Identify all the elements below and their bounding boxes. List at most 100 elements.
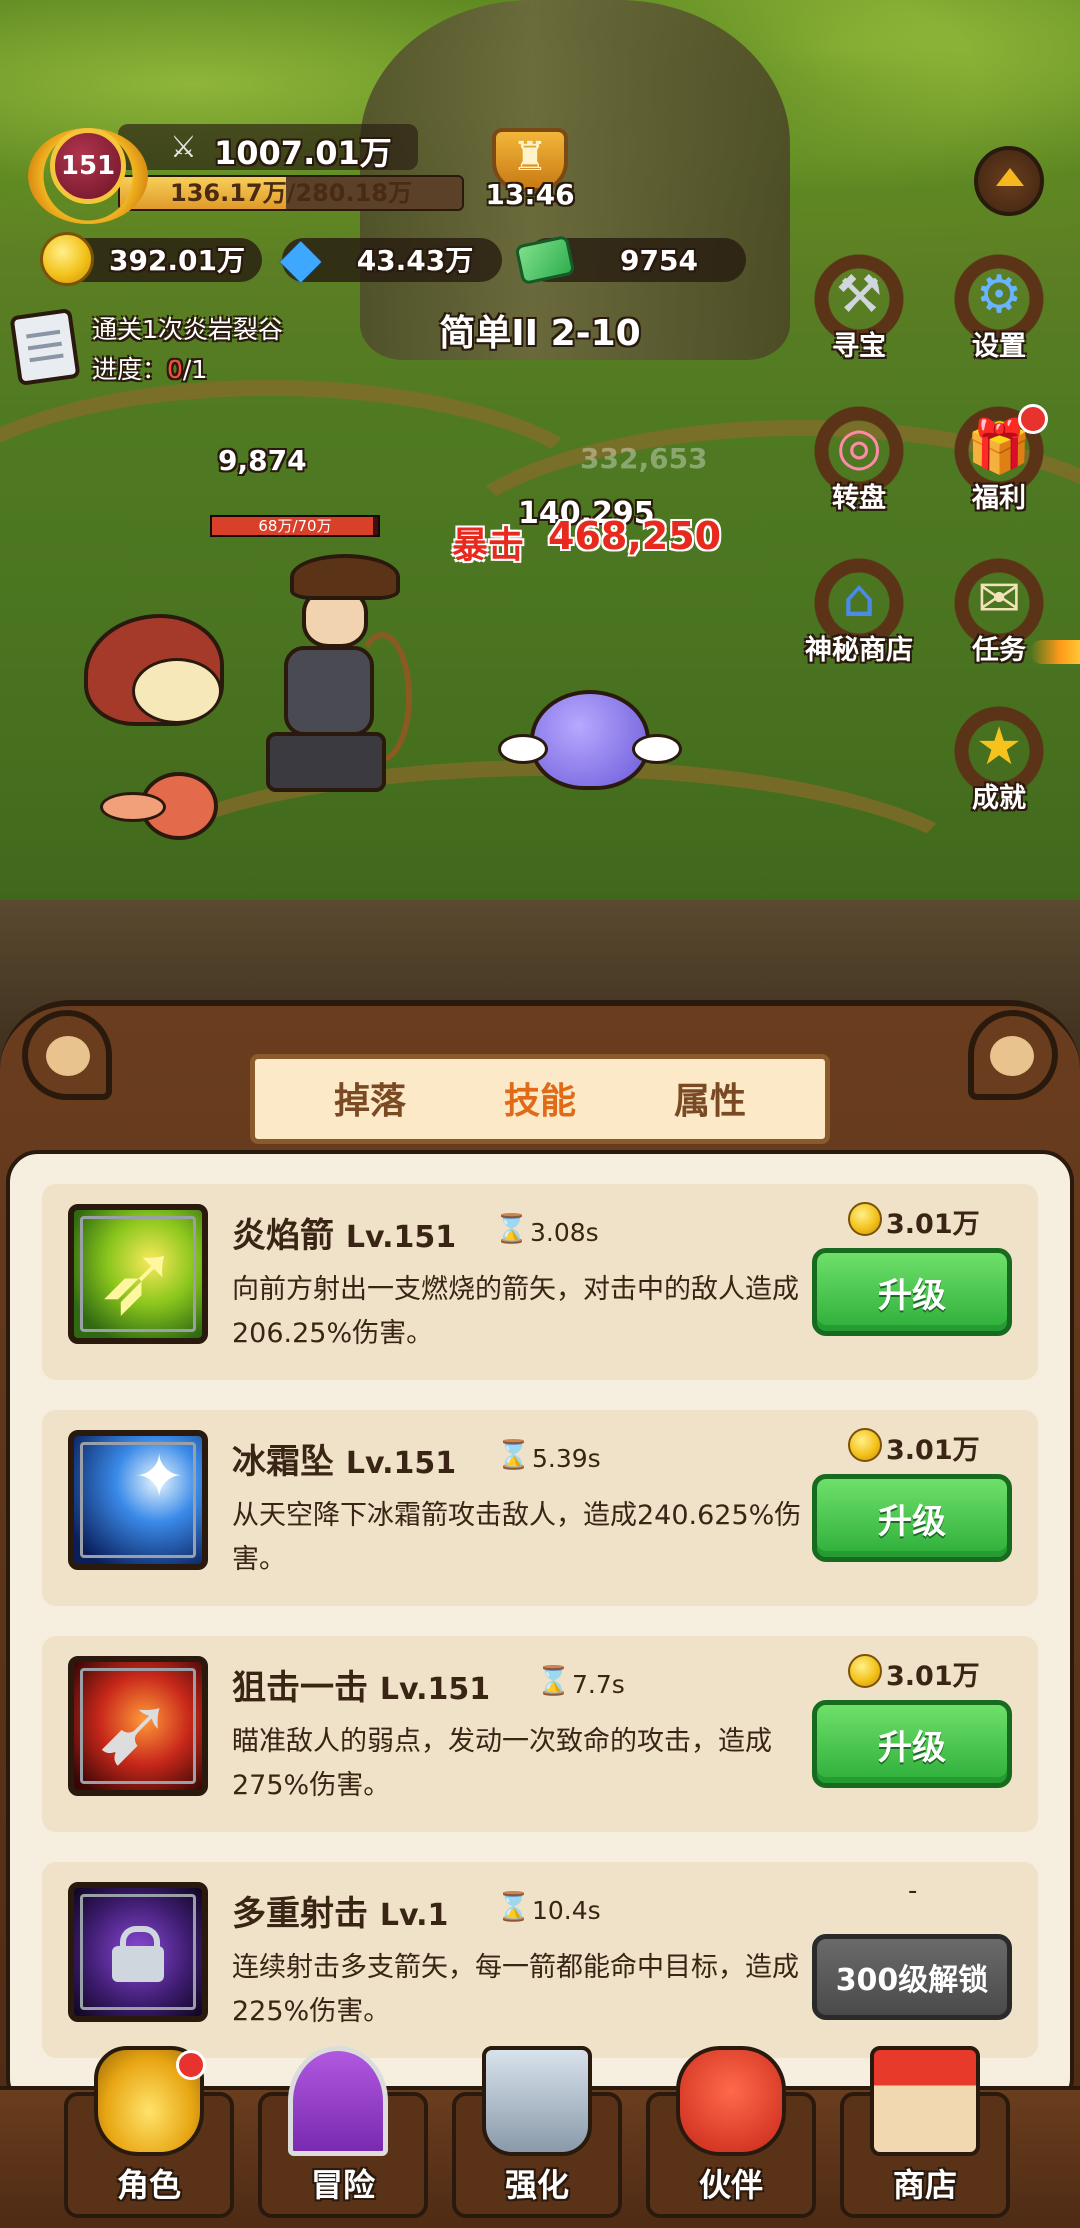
nav-label[interactable]: 商店	[840, 2160, 1010, 2206]
skill-level: Lv.151	[345, 1220, 457, 1255]
quest-progress-label: 进度：	[92, 355, 168, 384]
hero-hp-text: 68万/70万	[258, 517, 332, 535]
side-label: 福利	[972, 483, 1026, 514]
notification-dot	[1018, 404, 1048, 434]
side-welfare-button[interactable]: 🎁 福利	[944, 404, 1054, 524]
panel-ear-right	[968, 1010, 1058, 1100]
nav-label[interactable]: 伙伴	[646, 2160, 816, 2206]
tab-skills[interactable]: 技能	[460, 1072, 620, 1124]
hammer-icon: ⚒	[835, 265, 883, 325]
side-label: 转盘	[832, 483, 886, 514]
skill-name: 多重射击	[232, 1894, 368, 1934]
level-number: 151	[50, 128, 126, 204]
crossed-swords-icon: ⚔	[170, 130, 197, 165]
skill-description: 瞄准敌人的弱点，发动一次致命的攻击，造成275%伤害。	[232, 1726, 772, 1801]
upgrade-button[interactable]: 升级	[812, 1248, 1012, 1336]
tab-drops[interactable]: 掉落	[290, 1072, 450, 1124]
upgrade-cost: 3.01万	[886, 1435, 980, 1466]
skill-level: Lv.151	[345, 1446, 457, 1481]
crit-label: 暴击	[452, 525, 525, 566]
skill-cooldown: 5.39s	[532, 1444, 601, 1473]
hourglass-icon	[496, 1890, 531, 1926]
skill-card-frost-fall: 冰霜坠 Lv.151 5.39s 从天空降下冰霜箭攻击敌人，造成240.625%…	[42, 1410, 1038, 1606]
anvil-icon	[482, 2046, 592, 2156]
hourglass-icon	[496, 1438, 531, 1474]
upgrade-button[interactable]: 升级	[812, 1474, 1012, 1562]
snipe-arrow-icon	[68, 1656, 208, 1796]
combat-power: 1007.01万	[214, 134, 392, 172]
frost-arrow-icon	[68, 1430, 208, 1570]
skill-title: 炎焰箭 Lv.151	[232, 1208, 456, 1257]
wheel-icon: ◎	[836, 417, 882, 477]
hourglass-icon	[536, 1664, 571, 1700]
side-mystery-shop-button[interactable]: ⌂ 神秘商店	[804, 556, 914, 676]
tab-attributes[interactable]: 属性	[630, 1072, 790, 1124]
side-label: 寻宝	[832, 331, 886, 362]
side-settings-button[interactable]: ⚙ 设置	[944, 252, 1054, 372]
side-label: 任务	[972, 635, 1026, 666]
adventure-portal-icon	[288, 2046, 388, 2156]
skill-description: 向前方射出一支燃烧的箭矢，对击中的敌人造成206.25%伤害。	[232, 1274, 799, 1349]
side-label: 神秘商店	[805, 635, 913, 666]
crit-damage-number: 468,250	[548, 514, 722, 558]
star-icon: ★	[975, 717, 1023, 777]
unlock-requirement-button[interactable]: 300级解锁	[812, 1934, 1012, 2020]
ally-damage-number: 9,874	[218, 444, 307, 477]
skill-description: 连续射击多支箭矢，每一箭都能命中目标，造成225%伤害。	[232, 1952, 799, 2027]
faded-damage-number: 332,653	[580, 442, 708, 475]
skill-name: 炎焰箭	[232, 1216, 334, 1256]
side-treasure-hunt-button[interactable]: ⚒ 寻宝	[804, 252, 914, 372]
diamond-amount: 43.43万	[356, 244, 474, 277]
skill-name: 冰霜坠	[232, 1442, 334, 1482]
enemy-slime[interactable]	[498, 690, 682, 790]
side-tasks-button[interactable]: ✉ 任务	[944, 556, 1054, 676]
nav-label[interactable]: 角色	[64, 2160, 234, 2206]
lock-icon	[112, 1926, 164, 1982]
pet-hedgehog	[84, 614, 224, 726]
skill-name: 狙击一击	[232, 1668, 368, 1708]
skill-card-multi-shot: 多重射击 Lv.1 10.4s 连续射击多支箭矢，每一箭都能命中目标，造成225…	[42, 1862, 1038, 2058]
skill-cooldown: 7.7s	[572, 1670, 625, 1699]
skill-level: Lv.151	[379, 1672, 491, 1707]
exp-text: 136.17万/280.18万	[170, 179, 412, 207]
side-label: 设置	[972, 331, 1026, 362]
shop-icon	[870, 2046, 980, 2156]
player-level-badge[interactable]: 151	[28, 118, 148, 228]
collapse-menu-button[interactable]	[974, 146, 1044, 216]
side-wheel-button[interactable]: ◎ 转盘	[804, 404, 914, 524]
scroll-icon: ✉	[977, 569, 1021, 629]
skill-cooldown: 3.08s	[530, 1218, 599, 1247]
cash-amount: 9754	[620, 244, 698, 277]
skill-card-fire-arrow: 炎焰箭 Lv.151 3.08s 向前方射出一支燃烧的箭矢，对击中的敌人造成20…	[42, 1184, 1038, 1380]
pet-dragon	[100, 752, 230, 862]
side-label: 成就	[972, 783, 1026, 814]
side-achievements-button[interactable]: ★ 成就	[944, 704, 1054, 824]
panel-ear-left	[22, 1010, 112, 1100]
nav-label[interactable]: 强化	[452, 2160, 622, 2206]
nav-label[interactable]: 冒险	[258, 2160, 428, 2206]
gold-coin-icon	[40, 232, 94, 286]
upgrade-cost: 3.01万	[886, 1661, 980, 1692]
partner-icon	[676, 2046, 786, 2156]
quest-progress-current: 0	[167, 355, 183, 384]
upgrade-button[interactable]: 升级	[812, 1700, 1012, 1788]
gold-coin-icon	[848, 1654, 882, 1688]
event-timer: 13:46	[485, 178, 575, 211]
gold-coin-icon	[848, 1428, 882, 1462]
store-icon: ⌂	[842, 569, 876, 629]
upgrade-cost: 3.01万	[886, 1209, 980, 1240]
skill-title: 狙击一击 Lv.151	[232, 1660, 490, 1709]
skill-card-snipe: 狙击一击 Lv.151 7.7s 瞄准敌人的弱点，发动一次致命的攻击，造成275…	[42, 1636, 1038, 1832]
gold-amount: 392.01万	[108, 244, 246, 277]
quest-progress-total: /1	[182, 355, 208, 384]
skill-cooldown: 10.4s	[532, 1896, 601, 1925]
upgrade-cost: -	[908, 1876, 918, 1906]
notification-dot	[176, 2050, 206, 2080]
gear-icon: ⚙	[975, 265, 1023, 325]
multi-shot-icon	[68, 1882, 208, 2022]
diamond-icon	[276, 226, 330, 289]
gold-coin-icon	[848, 1202, 882, 1236]
fire-arrow-icon	[68, 1204, 208, 1344]
skill-title: 冰霜坠 Lv.151	[232, 1434, 456, 1483]
skill-title: 多重射击 Lv.1	[232, 1886, 448, 1935]
